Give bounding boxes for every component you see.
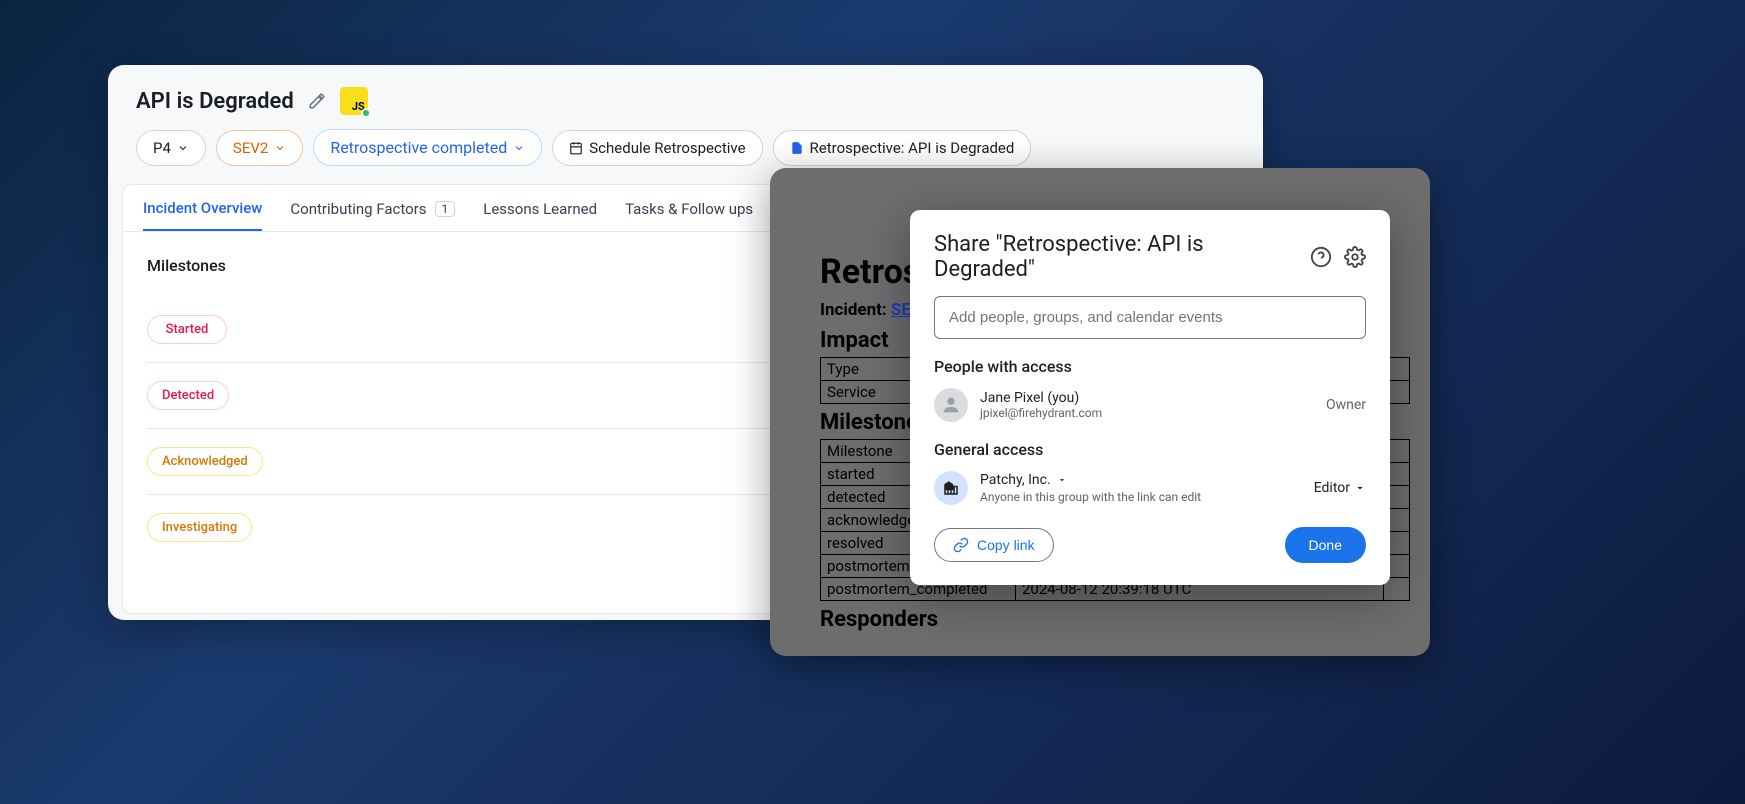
access-row: Jane Pixel (you) jpixel@firehydrant.com …: [934, 388, 1366, 422]
access-user-role: Owner: [1326, 397, 1366, 413]
presence-dot: [361, 108, 371, 118]
share-title: Share "Retrospective: API is Degraded": [934, 232, 1298, 282]
severity-label: SEV2: [233, 139, 268, 157]
milestone-badge-investigating: Investigating: [147, 513, 252, 542]
share-people-input[interactable]: [934, 296, 1366, 339]
document-icon: [790, 141, 804, 155]
chevron-down-icon: [513, 142, 525, 154]
edit-icon[interactable]: [308, 92, 326, 110]
caret-down-icon: [1354, 482, 1366, 494]
link-icon: [953, 537, 969, 553]
priority-pill[interactable]: P4: [136, 130, 206, 166]
org-info: Patchy, Inc. Anyone in this group with t…: [980, 472, 1302, 504]
org-name-dropdown[interactable]: Patchy, Inc.: [980, 472, 1302, 488]
help-icon[interactable]: [1310, 246, 1332, 268]
access-info: Jane Pixel (you) jpixel@firehydrant.com: [980, 390, 1314, 420]
general-access-heading: General access: [934, 440, 1366, 459]
copy-link-button[interactable]: Copy link: [934, 528, 1054, 562]
access-user-email: jpixel@firehydrant.com: [980, 406, 1314, 420]
chevron-down-icon: [177, 142, 189, 154]
org-icon: [934, 471, 968, 505]
tab-badge: 1: [435, 201, 456, 217]
priority-label: P4: [153, 139, 171, 157]
role-dropdown[interactable]: Editor: [1314, 480, 1366, 496]
chevron-down-icon: [274, 142, 286, 154]
js-badge: JS: [340, 87, 368, 115]
milestone-badge-started: Started: [147, 315, 227, 344]
org-description: Anyone in this group with the link can e…: [980, 490, 1302, 504]
tab-lessons-learned[interactable]: Lessons Learned: [483, 199, 597, 231]
status-label: Retrospective completed: [330, 138, 507, 157]
schedule-label: Schedule Retrospective: [589, 139, 745, 157]
incident-title: API is Degraded: [136, 89, 294, 114]
caret-down-icon: [1057, 475, 1067, 485]
severity-pill[interactable]: SEV2: [216, 130, 303, 166]
calendar-icon: [569, 141, 583, 155]
status-pill[interactable]: Retrospective completed: [313, 129, 542, 166]
retro-doc-pill[interactable]: Retrospective: API is Degraded: [773, 130, 1032, 166]
gear-icon[interactable]: [1344, 246, 1366, 268]
tab-incident-overview[interactable]: Incident Overview: [143, 199, 262, 231]
done-button[interactable]: Done: [1285, 527, 1366, 563]
access-user-name: Jane Pixel (you): [980, 390, 1314, 406]
milestone-badge-acknowledged: Acknowledged: [147, 447, 263, 476]
share-header: Share "Retrospective: API is Degraded": [934, 232, 1366, 282]
schedule-retro-button[interactable]: Schedule Retrospective: [552, 130, 762, 166]
milestone-badge-detected: Detected: [147, 381, 229, 410]
retro-doc-label: Retrospective: API is Degraded: [810, 139, 1015, 157]
card-header: API is Degraded JS: [108, 65, 1263, 129]
avatar: [934, 388, 968, 422]
doc-responders-heading: Responders: [820, 607, 1380, 632]
share-footer: Copy link Done: [934, 527, 1366, 563]
tab-contributing-factors[interactable]: Contributing Factors 1: [290, 199, 455, 231]
share-dialog: Share "Retrospective: API is Degraded" P…: [910, 210, 1390, 585]
people-with-access-heading: People with access: [934, 357, 1366, 376]
tab-tasks-followups[interactable]: Tasks & Follow ups: [625, 199, 753, 231]
general-access-row: Patchy, Inc. Anyone in this group with t…: [934, 471, 1366, 505]
